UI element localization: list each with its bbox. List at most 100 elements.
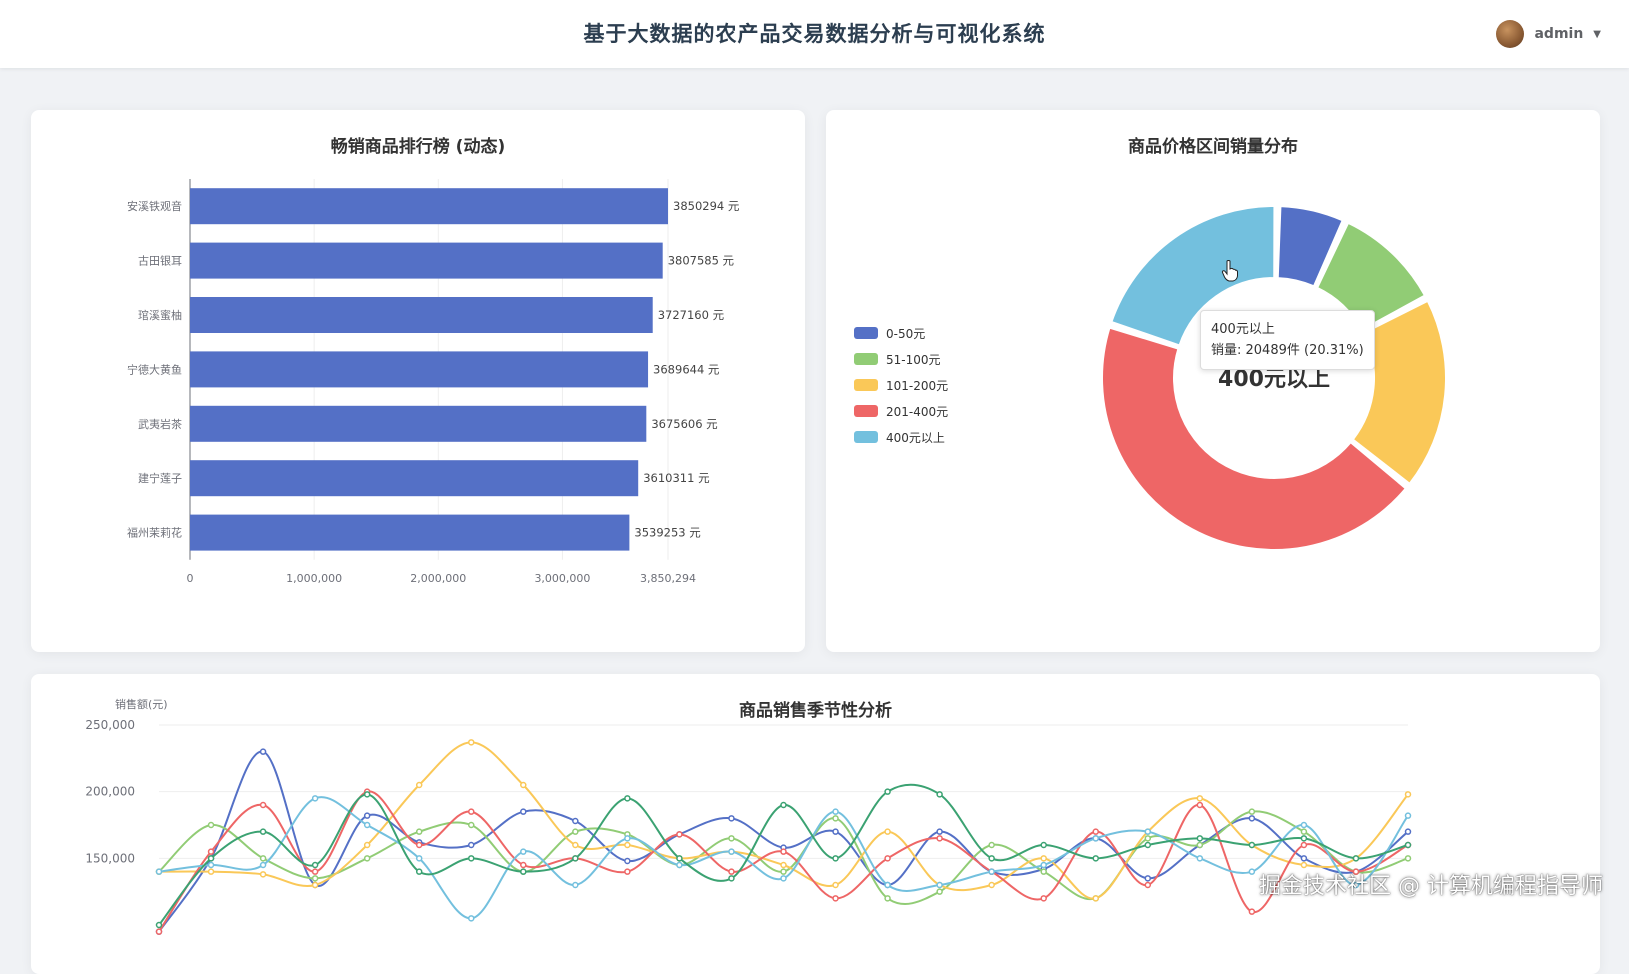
data-point[interactable] [1092,895,1099,902]
data-point[interactable] [363,821,371,829]
bar[interactable] [190,514,630,551]
data-point[interactable] [468,915,475,922]
data-point[interactable] [311,795,319,802]
data-point[interactable] [1040,868,1047,875]
data-point[interactable] [259,855,267,862]
bar[interactable] [190,351,649,388]
data-point[interactable] [415,841,423,849]
data-point[interactable] [1144,835,1152,842]
data-point[interactable] [1300,828,1308,835]
data-point[interactable] [832,855,839,862]
data-point[interactable] [936,881,943,889]
data-point[interactable] [1144,881,1152,889]
data-point[interactable] [1196,795,1204,802]
data-point[interactable] [884,895,891,902]
data-point[interactable] [207,868,215,875]
data-point[interactable] [155,921,163,929]
data-point[interactable] [259,748,267,755]
data-point[interactable] [936,791,943,798]
user-menu[interactable]: admin ▼ [1496,20,1601,48]
data-point[interactable] [572,841,579,849]
data-point[interactable] [1404,812,1412,819]
data-point[interactable] [363,791,371,798]
data-point[interactable] [520,781,527,789]
data-point[interactable] [676,861,683,869]
data-point[interactable] [676,831,683,838]
data-point[interactable] [1404,841,1412,849]
data-point[interactable] [728,848,735,855]
data-point[interactable] [1300,821,1308,829]
data-point[interactable] [311,881,319,889]
data-point[interactable] [207,848,215,855]
data-point[interactable] [624,795,631,802]
data-point[interactable] [832,828,839,835]
data-point[interactable] [207,855,215,862]
data-point[interactable] [624,841,631,849]
data-point[interactable] [780,801,787,809]
data-point[interactable] [207,821,215,829]
bar[interactable] [190,242,663,279]
data-point[interactable] [363,812,371,819]
data-point[interactable] [1144,841,1152,849]
data-point[interactable] [363,841,371,849]
data-point[interactable] [1196,855,1204,862]
data-point[interactable] [884,855,891,862]
chevron-down-icon[interactable]: ▼ [1593,29,1601,40]
data-point[interactable] [520,861,527,869]
data-point[interactable] [1248,808,1256,815]
data-point[interactable] [1196,835,1204,842]
data-point[interactable] [572,855,579,862]
data-point[interactable] [780,861,787,869]
data-point[interactable] [1040,861,1047,869]
data-point[interactable] [415,828,423,835]
data-point[interactable] [1040,855,1047,862]
data-point[interactable] [415,855,423,862]
data-point[interactable] [363,855,371,862]
data-point[interactable] [1092,855,1099,862]
data-point[interactable] [311,868,319,875]
data-point[interactable] [936,888,943,895]
data-point[interactable] [1300,855,1308,862]
data-point[interactable] [1248,908,1256,915]
bar[interactable] [190,405,647,442]
data-point[interactable] [468,841,475,849]
data-point[interactable] [259,801,267,809]
data-point[interactable] [624,857,631,865]
data-point[interactable] [259,871,267,878]
data-point[interactable] [936,835,943,842]
data-point[interactable] [155,928,163,935]
bar[interactable] [190,297,653,333]
data-point[interactable] [207,861,215,869]
bar[interactable] [190,460,639,497]
data-point[interactable] [1300,835,1308,842]
series-line[interactable] [158,810,1409,905]
data-point[interactable] [415,781,423,789]
data-point[interactable] [884,828,891,835]
data-point[interactable] [1196,801,1204,809]
data-point[interactable] [832,881,839,889]
data-point[interactable] [572,881,579,889]
data-point[interactable] [988,881,995,889]
data-point[interactable] [728,835,735,842]
data-point[interactable] [1248,841,1256,849]
data-point[interactable] [1404,791,1412,798]
data-point[interactable] [1300,861,1308,869]
data-point[interactable] [520,848,527,855]
data-point[interactable] [624,835,631,842]
avatar[interactable] [1496,20,1525,48]
data-point[interactable] [468,821,475,829]
data-point[interactable] [1248,815,1256,822]
data-point[interactable] [988,855,995,862]
data-point[interactable] [884,788,891,795]
data-point[interactable] [1404,828,1412,835]
data-point[interactable] [520,808,527,815]
data-point[interactable] [1196,841,1204,849]
data-point[interactable] [884,881,891,889]
data-point[interactable] [572,828,579,835]
data-point[interactable] [1144,875,1152,882]
bar[interactable] [190,188,668,225]
data-point[interactable] [1040,841,1047,849]
data-point[interactable] [520,868,527,875]
data-point[interactable] [468,739,475,746]
data-point[interactable] [1144,828,1152,835]
